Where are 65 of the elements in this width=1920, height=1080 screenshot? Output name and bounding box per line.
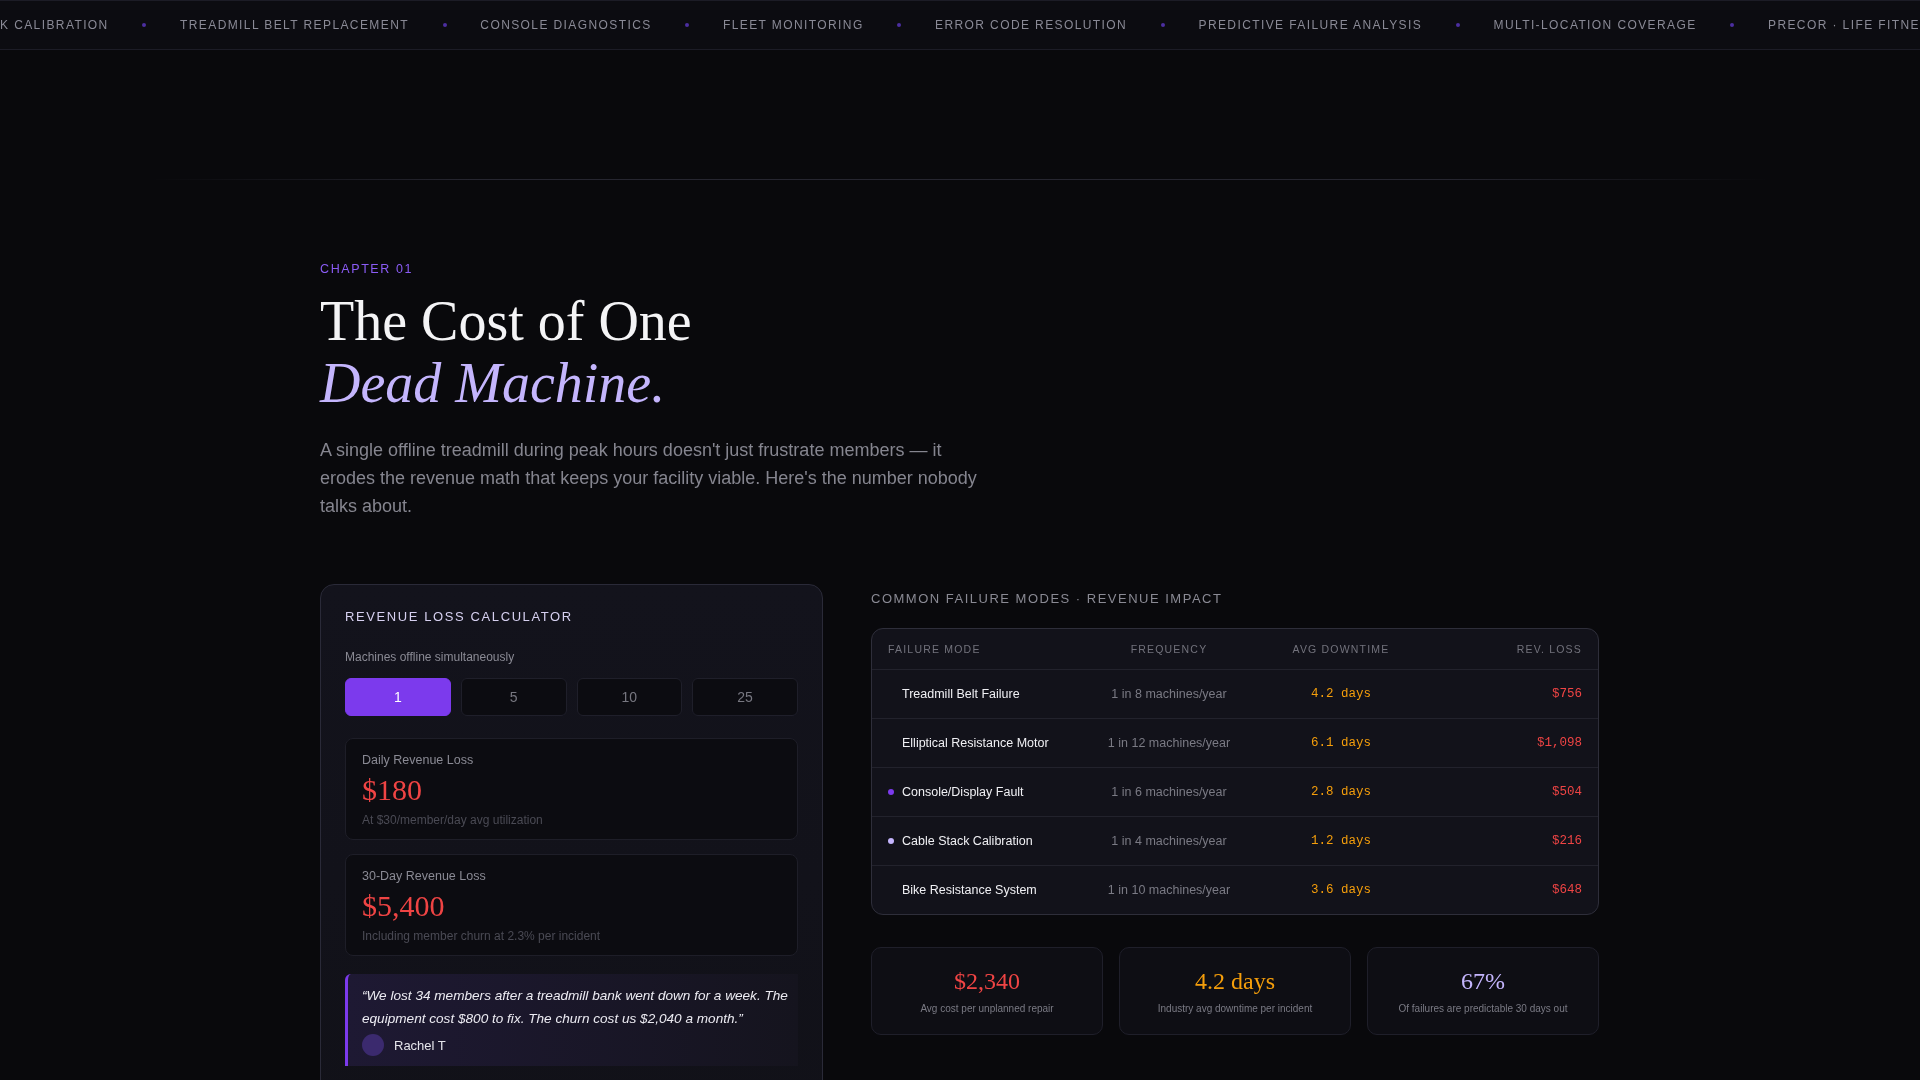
table-cell-text: 1 in 10 machines/year	[1106, 883, 1232, 897]
table-cell: Cable Stack Calibration	[902, 834, 1033, 848]
bullet-icon	[142, 23, 147, 27]
column-header: AVG DOWNTIME	[1291, 643, 1391, 655]
bullet-icon	[897, 23, 902, 27]
table-cell-text: $1,098	[1536, 736, 1582, 750]
stat-label: Avg cost per unplanned repair	[920, 1003, 1054, 1014]
machine-count-option[interactable]: 5	[460, 678, 567, 716]
table-cell-text: 1 in 8 machines/year	[1110, 687, 1228, 701]
stat-label: Industry avg downtime per incident	[1157, 1003, 1313, 1014]
table-cell-text: 1 in 4 machines/year	[1110, 834, 1228, 848]
ticker-item: MULTI-LOCATION COVERAGE	[1493, 18, 1697, 32]
table-cell-text: $216	[1551, 834, 1582, 848]
bullet-icon	[1455, 23, 1460, 27]
stat-label: Of failures are predictable 30 days out	[1398, 1003, 1568, 1014]
result-label: 30-Day Revenue Loss	[362, 869, 487, 883]
bullet-icon	[1160, 23, 1165, 27]
ticker-item: K CALIBRATION	[0, 18, 109, 32]
table-cell-text: 2.8 days	[1310, 785, 1372, 799]
bullet-icon	[685, 23, 690, 27]
table-cell-text: 1.2 days	[1310, 834, 1372, 848]
column-header: FAILURE MODE	[888, 643, 982, 655]
author-name: Rachel T	[394, 1037, 446, 1053]
table-cell: Console/Display Fault	[902, 785, 1024, 799]
ticker-item: PREDICTIVE FAILURE ANALYSIS	[1198, 18, 1423, 32]
table-cell: Elliptical Resistance Motor	[902, 736, 1049, 750]
result-note: Including member churn at 2.3% per incident	[362, 929, 602, 943]
table-cell-text: 4.2 days	[1310, 687, 1372, 701]
stat-value: $2,340	[954, 968, 1020, 995]
machine-count-option[interactable]: 25	[692, 678, 798, 716]
ticker-item: FLEET MONITORING	[723, 18, 864, 32]
table-cell-text: 1 in 6 machines/year	[1110, 785, 1228, 799]
ticker-item: TREADMILL BELT REPLACEMENT	[180, 18, 409, 32]
bullet-icon	[1730, 23, 1735, 27]
bullet-icon	[442, 23, 447, 27]
table-cell-text: 1 in 12 machines/year	[1106, 736, 1232, 750]
stat-value: 67%	[1461, 968, 1505, 995]
calculator-title: REVENUE LOSS CALCULATOR	[345, 609, 574, 624]
table-cell: Treadmill Belt Failure	[902, 687, 1020, 701]
ticker-item: PRECOR · LIFE FITNE	[1768, 18, 1920, 32]
ticker-item: ERROR CODE RESOLUTION	[935, 18, 1128, 32]
options-label: Machines offline simultaneously	[345, 650, 516, 664]
column-header: REV. LOSS	[1515, 643, 1582, 655]
result-value: $5,400	[362, 889, 446, 923]
table-cell: Bike Resistance System	[902, 883, 1037, 897]
ticker-item: CONSOLE DIAGNOSTICS	[480, 18, 652, 32]
result-note: At $30/member/day avg utilization	[362, 813, 544, 827]
page-title: The Cost of One	[320, 290, 693, 352]
chapter-label: CHAPTER 01	[320, 262, 415, 276]
table-cell-text: 3.6 days	[1310, 883, 1372, 897]
section-heading: COMMON FAILURE MODES · REVENUE IMPACT	[871, 591, 1224, 606]
table-cell-text: 6.1 days	[1310, 736, 1372, 750]
machine-count-option[interactable]: 10	[576, 678, 683, 716]
avatar	[362, 1034, 384, 1056]
machine-count-option[interactable]: 1	[345, 678, 451, 716]
column-header: FREQUENCY	[1129, 643, 1209, 655]
intro-paragraph: A single offline treadmill during peak hours doesn't just frustrate members — it erodes the revenue math that keeps your facility viable. Here's the number nobody talks about.	[320, 439, 978, 518]
result-label: Daily Revenue Loss	[362, 753, 475, 767]
table-cell-text: $504	[1551, 785, 1582, 799]
stat-value: 4.2 days	[1195, 968, 1275, 995]
result-value: $180	[362, 773, 423, 807]
quote-text: “We lost 34 members after a treadmill bank went down for a week. The equipment cost $800 to fix. The churn cost us $2,040 a month.”	[362, 987, 788, 1028]
page-title-emphasis: Dead Machine.	[320, 352, 667, 414]
table-cell-text: $756	[1551, 687, 1582, 701]
table-cell-text: $648	[1551, 883, 1582, 897]
